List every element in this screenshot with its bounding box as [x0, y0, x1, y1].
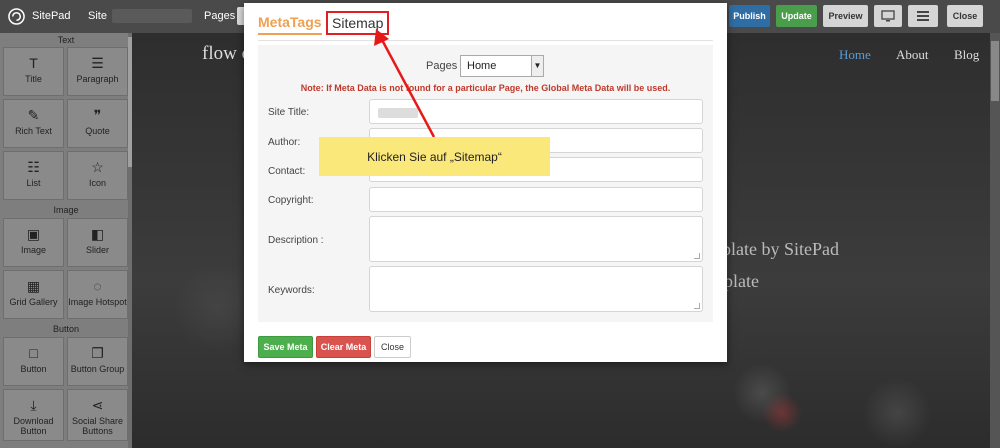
- resize-grip-icon[interactable]: [694, 253, 700, 259]
- chat-bubble-icon: ◌: [93, 278, 102, 294]
- square-icon: □: [29, 345, 38, 361]
- widget-slider[interactable]: ◧ Slider: [67, 218, 128, 267]
- hamburger-icon: [917, 11, 929, 21]
- widget-list[interactable]: ☷ List: [3, 151, 64, 200]
- nav-about-link[interactable]: About: [896, 47, 929, 63]
- monitor-icon: [881, 10, 895, 22]
- contact-label: Contact:: [268, 166, 306, 177]
- page-select-dropdown[interactable]: Home ▼: [460, 55, 544, 77]
- close-dialog-button[interactable]: Close: [374, 336, 411, 358]
- hero-heading: plate by SitePad: [722, 239, 839, 259]
- copyright-input[interactable]: [369, 187, 703, 212]
- site-title-input[interactable]: [369, 99, 703, 124]
- paragraph-icon: ☰: [91, 55, 104, 71]
- website-logo[interactable]: flow c: [202, 43, 250, 65]
- hero-subheading: plate: [724, 271, 759, 291]
- update-button[interactable]: Update: [776, 5, 817, 27]
- quote-icon: ❞: [93, 107, 102, 123]
- description-textarea[interactable]: [369, 216, 703, 262]
- widget-image[interactable]: ▣ Image: [3, 218, 64, 267]
- menu-button[interactable]: [908, 5, 938, 27]
- widget-rich-text[interactable]: ✎ Rich Text: [3, 99, 64, 148]
- tab-metatags[interactable]: MetaTags: [258, 14, 322, 35]
- author-label: Author:: [268, 137, 301, 148]
- publish-button[interactable]: Publish: [729, 5, 770, 27]
- copyright-label: Copyright:: [268, 195, 314, 206]
- edit-icon: ✎: [27, 107, 40, 123]
- section-button-heading: Button: [52, 324, 80, 334]
- download-icon: ⤓: [30, 397, 37, 413]
- metatags-panel: Pages : Home ▼ Note: If Meta Data is not…: [258, 45, 713, 322]
- bokeh-light: [862, 378, 932, 448]
- nav-home-link[interactable]: Home: [839, 47, 871, 63]
- pages-label: Pages :: [204, 10, 242, 22]
- desktop-view-button[interactable]: [874, 5, 902, 27]
- share-icon: ⋖: [91, 397, 104, 413]
- site-label: Site: [88, 10, 107, 22]
- widget-download-button[interactable]: ⤓ Download Button: [3, 389, 64, 441]
- save-meta-button[interactable]: Save Meta: [258, 336, 313, 358]
- slider-icon: ◧: [90, 226, 105, 242]
- image-icon: ▣: [26, 226, 41, 242]
- widget-button-group[interactable]: ❐ Button Group: [67, 337, 128, 386]
- section-image-heading: Image: [53, 205, 79, 215]
- page-scrollbar[interactable]: [990, 33, 1000, 448]
- widget-social-share[interactable]: ⋖ Social Share Buttons: [67, 389, 128, 441]
- widget-paragraph[interactable]: ☰ Paragraph: [67, 47, 128, 96]
- global-meta-note: Note: If Meta Data is not found for a pa…: [300, 83, 671, 93]
- section-text-heading: Text: [57, 35, 75, 45]
- widget-sidebar: Text T Title ☰ Paragraph ✎ Rich Text ❞ Quote…: [0, 33, 132, 448]
- page-select-value: Home: [467, 60, 497, 72]
- clear-meta-button[interactable]: Clear Meta: [316, 336, 371, 358]
- star-icon: ☆: [91, 159, 104, 175]
- site-value: [112, 9, 192, 23]
- copy-icon: ❐: [91, 345, 104, 361]
- chevron-down-icon: ▼: [531, 56, 543, 76]
- pages-select-label: Pages :: [426, 60, 464, 72]
- sitepad-logo-icon: [8, 8, 25, 25]
- instruction-callout: Klicken Sie auf „Sitemap“: [319, 137, 550, 176]
- widget-button[interactable]: □ Button: [3, 337, 64, 386]
- site-title-value: [378, 108, 418, 118]
- nav-blog-link[interactable]: Blog: [954, 47, 979, 63]
- keywords-label: Keywords:: [268, 285, 315, 296]
- brand-name: SitePad: [32, 10, 71, 22]
- tab-sitemap[interactable]: Sitemap: [326, 11, 390, 35]
- widget-image-hotspot[interactable]: ◌ Image Hotspot: [67, 270, 128, 319]
- description-label: Description :: [268, 235, 324, 246]
- preview-button[interactable]: Preview: [823, 5, 868, 27]
- keywords-textarea[interactable]: [369, 266, 703, 312]
- widget-quote[interactable]: ❞ Quote: [67, 99, 128, 148]
- resize-grip-icon[interactable]: [694, 303, 700, 309]
- title-icon: T: [29, 55, 38, 71]
- widget-grid-gallery[interactable]: ▦ Grid Gallery: [3, 270, 64, 319]
- close-editor-button[interactable]: Close: [947, 5, 983, 27]
- page-properties-dialog: MetaTags Sitemap Pages : Home ▼ Note: If…: [244, 3, 727, 362]
- widget-icon[interactable]: ☆ Icon: [67, 151, 128, 200]
- site-title-label: Site Title:: [268, 107, 310, 118]
- list-icon: ☷: [27, 159, 40, 175]
- grid-icon: ▦: [26, 278, 41, 294]
- page-scroll-thumb[interactable]: [991, 41, 999, 101]
- widget-title[interactable]: T Title: [3, 47, 64, 96]
- bokeh-light: [762, 393, 802, 433]
- dialog-tabs: MetaTags Sitemap: [258, 11, 713, 41]
